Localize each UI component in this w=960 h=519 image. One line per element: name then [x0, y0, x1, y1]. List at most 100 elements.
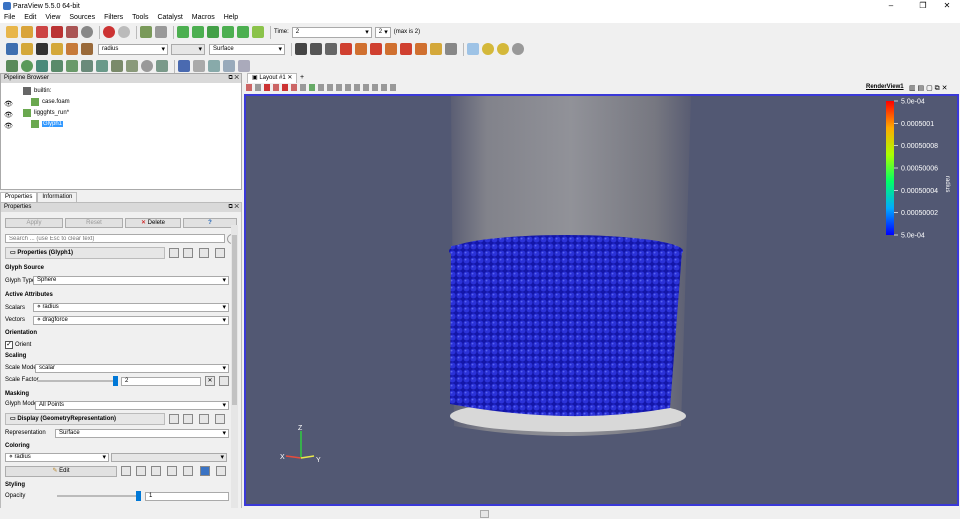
properties-scrollbar[interactable] [231, 225, 238, 515]
scale-mode-select[interactable]: scalar [35, 364, 229, 373]
capture-icon[interactable] [255, 84, 261, 91]
select-frustum-points-icon[interactable] [291, 84, 297, 91]
axes-grid-icon[interactable] [390, 84, 396, 91]
first-frame-icon[interactable] [177, 26, 189, 38]
render-canvas[interactable]: X Y Z radius 5.0e-04 0.0005001 0.00050008 0… [246, 96, 957, 504]
tab-properties[interactable]: Properties [0, 192, 38, 202]
copy-icon[interactable] [169, 248, 179, 258]
time-input[interactable]: 2 [291, 26, 372, 38]
menu-view[interactable]: View [45, 14, 60, 21]
reset-button[interactable]: Reset [65, 218, 123, 228]
ruler-icon[interactable] [363, 84, 369, 91]
view-minus-x-icon[interactable] [355, 43, 367, 55]
reset-range-icon[interactable] [36, 43, 48, 55]
rescale-temporal-icon[interactable] [66, 43, 78, 55]
camera-redo-icon[interactable] [381, 84, 387, 91]
save-data-icon[interactable] [36, 26, 48, 38]
visibility-eye-icon[interactable]: 👁 [4, 100, 13, 108]
save-defaults-icon[interactable] [215, 414, 225, 424]
apply-button[interactable]: Apply [5, 218, 63, 228]
tab-information[interactable]: Information [37, 192, 78, 202]
panel-close-icon[interactable]: ⧉ ✕ [228, 74, 239, 83]
orient-checkbox[interactable]: ✓ [5, 341, 13, 349]
paste-icon[interactable] [183, 248, 193, 258]
color-array-select[interactable]: radius [98, 43, 168, 55]
scalars-select[interactable]: ⋄ radius [33, 303, 229, 312]
select-blocks-icon[interactable] [309, 84, 315, 91]
rescale-temporal-icon[interactable] [151, 466, 161, 476]
rescale-visible-icon[interactable] [167, 466, 177, 476]
panel-close-icon[interactable]: ⧉ ✕ [228, 203, 239, 212]
interaction-mode-icon[interactable] [467, 43, 479, 55]
group-datasets-icon[interactable] [141, 60, 153, 72]
slice-icon[interactable] [51, 60, 63, 72]
spreadsheet-icon[interactable] [193, 60, 205, 72]
calculator-icon[interactable] [6, 60, 18, 72]
last-frame-icon[interactable] [237, 26, 249, 38]
minimize-button[interactable]: – [876, 0, 906, 12]
select-points-icon[interactable] [497, 43, 509, 55]
vectors-select[interactable]: ⋄ dragforce [33, 316, 229, 325]
pipeline-item-liggghts-run[interactable]: liggghts_run* [23, 109, 69, 117]
coloring-component-select[interactable] [111, 453, 227, 462]
pipeline-item-case-foam[interactable]: case.foam [31, 98, 70, 106]
edit-color-map-button[interactable]: ✎ Edit [5, 466, 117, 477]
extract-subset-icon[interactable] [81, 60, 93, 72]
open-recent-icon[interactable] [21, 26, 33, 38]
opacity-input[interactable]: 1 [145, 492, 229, 501]
save-defaults-icon[interactable] [215, 248, 225, 258]
previous-frame-icon[interactable] [192, 26, 204, 38]
rescale-range-icon[interactable] [121, 466, 131, 476]
render-view[interactable]: X Y Z radius 5.0e-04 0.0005001 0.00050008 0… [244, 94, 959, 506]
rotate-90-ccw-icon[interactable] [445, 43, 457, 55]
clear-icon[interactable]: ✕ [205, 376, 215, 386]
open-icon[interactable] [6, 26, 18, 38]
load-state-icon[interactable] [66, 26, 78, 38]
hover-points-icon[interactable] [512, 43, 524, 55]
interactive-select-icon[interactable] [318, 84, 324, 91]
visibility-eye-icon[interactable]: 👁 [4, 122, 13, 130]
camera-undo-icon[interactable] [372, 84, 378, 91]
threshold-icon[interactable] [66, 60, 78, 72]
disconnect-icon[interactable] [155, 26, 167, 38]
visibility-eye-icon[interactable]: 👁 [4, 111, 13, 119]
opacity-slider-track[interactable] [57, 495, 139, 497]
hover-cells-icon[interactable] [327, 84, 333, 91]
warp-vector-icon[interactable] [126, 60, 138, 72]
select-surface-cells-icon[interactable] [264, 84, 270, 91]
select-surface-points-icon[interactable] [273, 84, 279, 91]
rescale-custom-icon[interactable] [136, 466, 146, 476]
scrollbar-thumb[interactable] [232, 235, 237, 405]
view-plus-x-icon[interactable] [340, 43, 352, 55]
scale-factor-input[interactable]: 2 [121, 377, 201, 386]
menu-macros[interactable]: Macros [192, 14, 215, 21]
select-polygon-icon[interactable] [300, 84, 306, 91]
properties-section-header[interactable]: ▭ Properties (Glyph1) [5, 247, 165, 259]
menu-catalyst[interactable]: Catalyst [157, 14, 182, 21]
add-layout-button[interactable]: + [300, 74, 304, 81]
menu-filters[interactable]: Filters [104, 14, 123, 21]
restore-defaults-icon[interactable] [199, 414, 209, 424]
connect-icon[interactable] [140, 26, 152, 38]
glyph-mode-select[interactable]: All Points [35, 401, 229, 410]
view-minus-y-icon[interactable] [385, 43, 397, 55]
representation-select[interactable]: Surface [55, 429, 229, 438]
next-frame-icon[interactable] [222, 26, 234, 38]
menu-help[interactable]: Help [224, 14, 238, 21]
redo-icon[interactable] [118, 26, 130, 38]
search-input[interactable] [5, 234, 225, 243]
opacity-slider-handle[interactable] [136, 491, 141, 501]
menu-file[interactable]: File [4, 14, 15, 21]
split-icon[interactable] [246, 84, 252, 91]
tab-layout-1[interactable]: ▣ Layout #1 ✕ [247, 73, 298, 83]
glyph-icon[interactable] [96, 60, 108, 72]
rescale-custom-icon[interactable] [51, 43, 63, 55]
camera-link-icon[interactable] [208, 60, 220, 72]
clear-selection-icon[interactable] [354, 84, 360, 91]
contour-icon[interactable] [21, 60, 33, 72]
select-frustum-cells-icon[interactable] [282, 84, 288, 91]
close-button[interactable]: ✕ [932, 0, 960, 12]
save-state-icon[interactable] [51, 26, 63, 38]
pipeline-item-builtin[interactable]: builtin: [23, 87, 51, 95]
stream-tracer-icon[interactable] [111, 60, 123, 72]
